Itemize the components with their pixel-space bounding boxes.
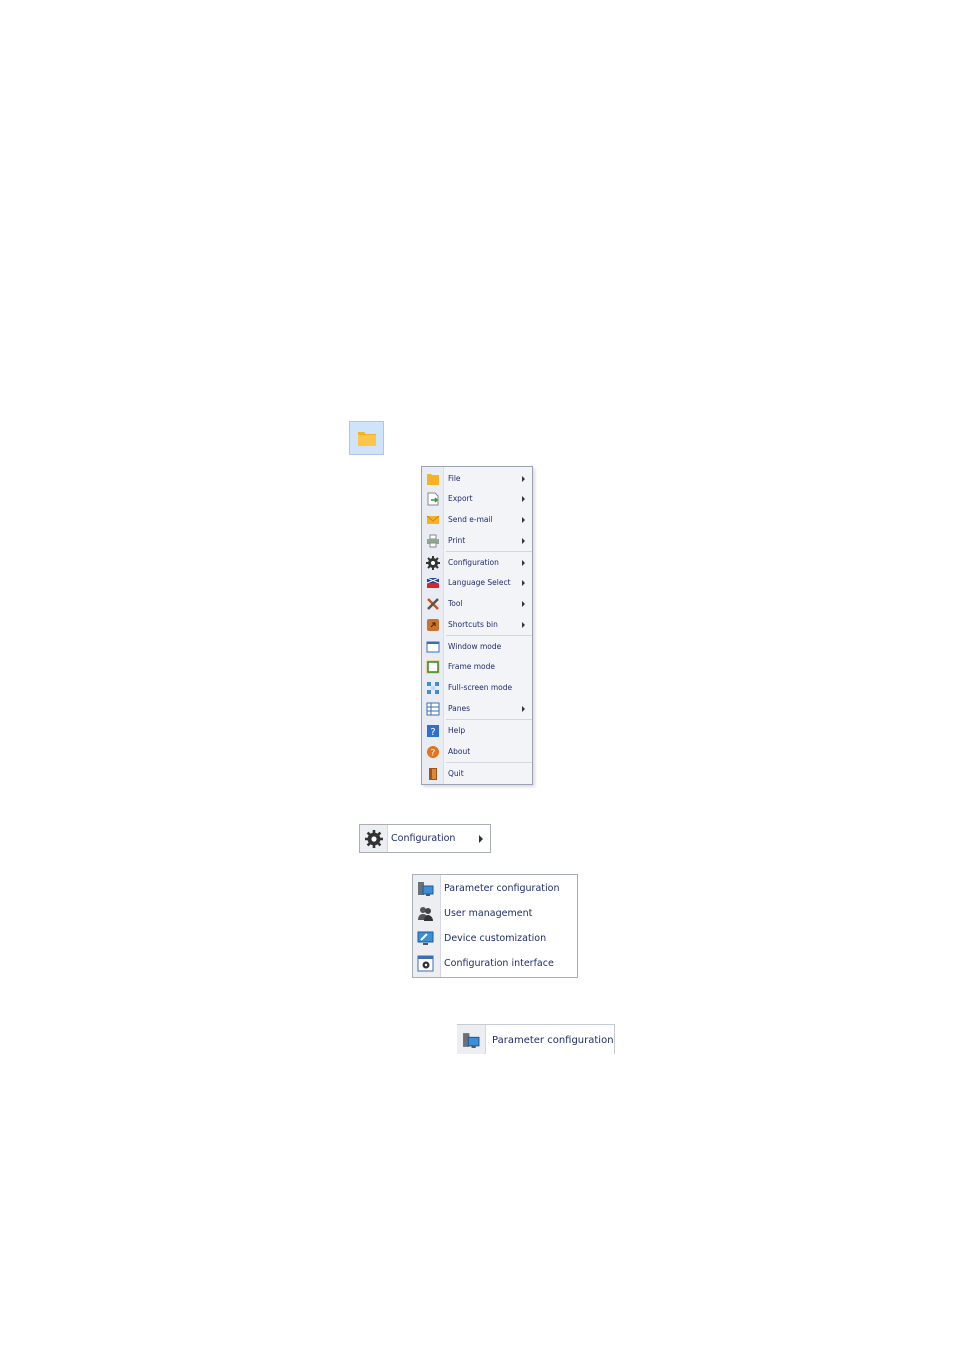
menu-separator xyxy=(446,635,532,636)
users-icon xyxy=(417,905,434,922)
submenu-arrow-icon xyxy=(522,538,525,544)
submenu-item-device-customization[interactable]: Device customization xyxy=(413,926,577,951)
folder-menu-button[interactable] xyxy=(349,421,384,455)
menu-item-panes[interactable]: Panes xyxy=(422,699,532,719)
printer-icon xyxy=(426,534,440,548)
svg-text:?: ? xyxy=(431,749,436,759)
menu-item-tool[interactable]: Tool xyxy=(422,594,532,614)
menu-separator xyxy=(446,551,532,552)
exit-door-icon xyxy=(426,767,440,781)
submenu-item-user-management[interactable]: User management xyxy=(413,901,577,926)
menu-item-about[interactable]: ? About xyxy=(422,742,532,762)
menu-item-shortcuts-bin[interactable]: Shortcuts bin xyxy=(422,615,532,635)
shortcuts-bin-icon xyxy=(426,618,440,632)
submenu-arrow-icon xyxy=(522,476,525,482)
export-icon xyxy=(426,492,440,506)
submenu-arrow-icon xyxy=(522,601,525,607)
menu-item-export[interactable]: Export xyxy=(422,489,532,509)
help-icon: ? xyxy=(426,724,440,738)
main-menu: File Export Send e-mail Print Configurat… xyxy=(421,466,533,785)
parameter-config-icon xyxy=(417,880,434,897)
folder-icon xyxy=(426,472,440,486)
submenu-arrow-icon xyxy=(522,517,525,523)
tools-icon xyxy=(426,597,440,611)
menu-item-help[interactable]: ? Help xyxy=(422,721,532,741)
submenu-arrow-icon xyxy=(479,835,483,843)
submenu-item-parameter-configuration[interactable]: Parameter configuration xyxy=(413,876,577,901)
folder-icon xyxy=(357,430,377,447)
configuration-menu-item[interactable]: Configuration xyxy=(359,824,491,853)
menu-item-window-mode[interactable]: Window mode xyxy=(422,637,532,657)
menu-item-language-select[interactable]: Language Select xyxy=(422,573,532,593)
gear-icon xyxy=(365,830,383,848)
gear-icon xyxy=(426,556,440,570)
fullscreen-icon xyxy=(426,681,440,695)
parameter-configuration-menu-item[interactable]: Parameter configuration xyxy=(457,1024,615,1054)
parameter-config-icon xyxy=(462,1031,480,1049)
flag-icon xyxy=(426,576,440,590)
submenu-arrow-icon xyxy=(522,560,525,566)
svg-text:?: ? xyxy=(430,727,435,738)
config-interface-icon xyxy=(417,955,434,972)
about-icon: ? xyxy=(426,745,440,759)
window-icon xyxy=(426,640,440,654)
panes-icon xyxy=(426,702,440,716)
submenu-arrow-icon xyxy=(522,622,525,628)
menu-item-print[interactable]: Print xyxy=(422,531,532,551)
menu-separator xyxy=(446,762,532,763)
menu-item-fullscreen-mode[interactable]: Full-screen mode xyxy=(422,678,532,698)
menu-item-file[interactable]: File xyxy=(422,469,532,489)
submenu-arrow-icon xyxy=(522,496,525,502)
device-customization-icon xyxy=(417,930,434,947)
menu-item-frame-mode[interactable]: Frame mode xyxy=(422,657,532,677)
submenu-item-configuration-interface[interactable]: Configuration interface xyxy=(413,951,577,976)
menu-separator xyxy=(446,719,532,720)
menu-item-configuration[interactable]: Configuration xyxy=(422,553,532,573)
envelope-icon xyxy=(426,513,440,527)
menu-item-send-email[interactable]: Send e-mail xyxy=(422,510,532,530)
submenu-arrow-icon xyxy=(522,580,525,586)
submenu-arrow-icon xyxy=(522,706,525,712)
menu-item-quit[interactable]: Quit xyxy=(422,764,532,784)
frame-icon xyxy=(426,660,440,674)
configuration-submenu: Parameter configuration User management … xyxy=(412,874,578,978)
